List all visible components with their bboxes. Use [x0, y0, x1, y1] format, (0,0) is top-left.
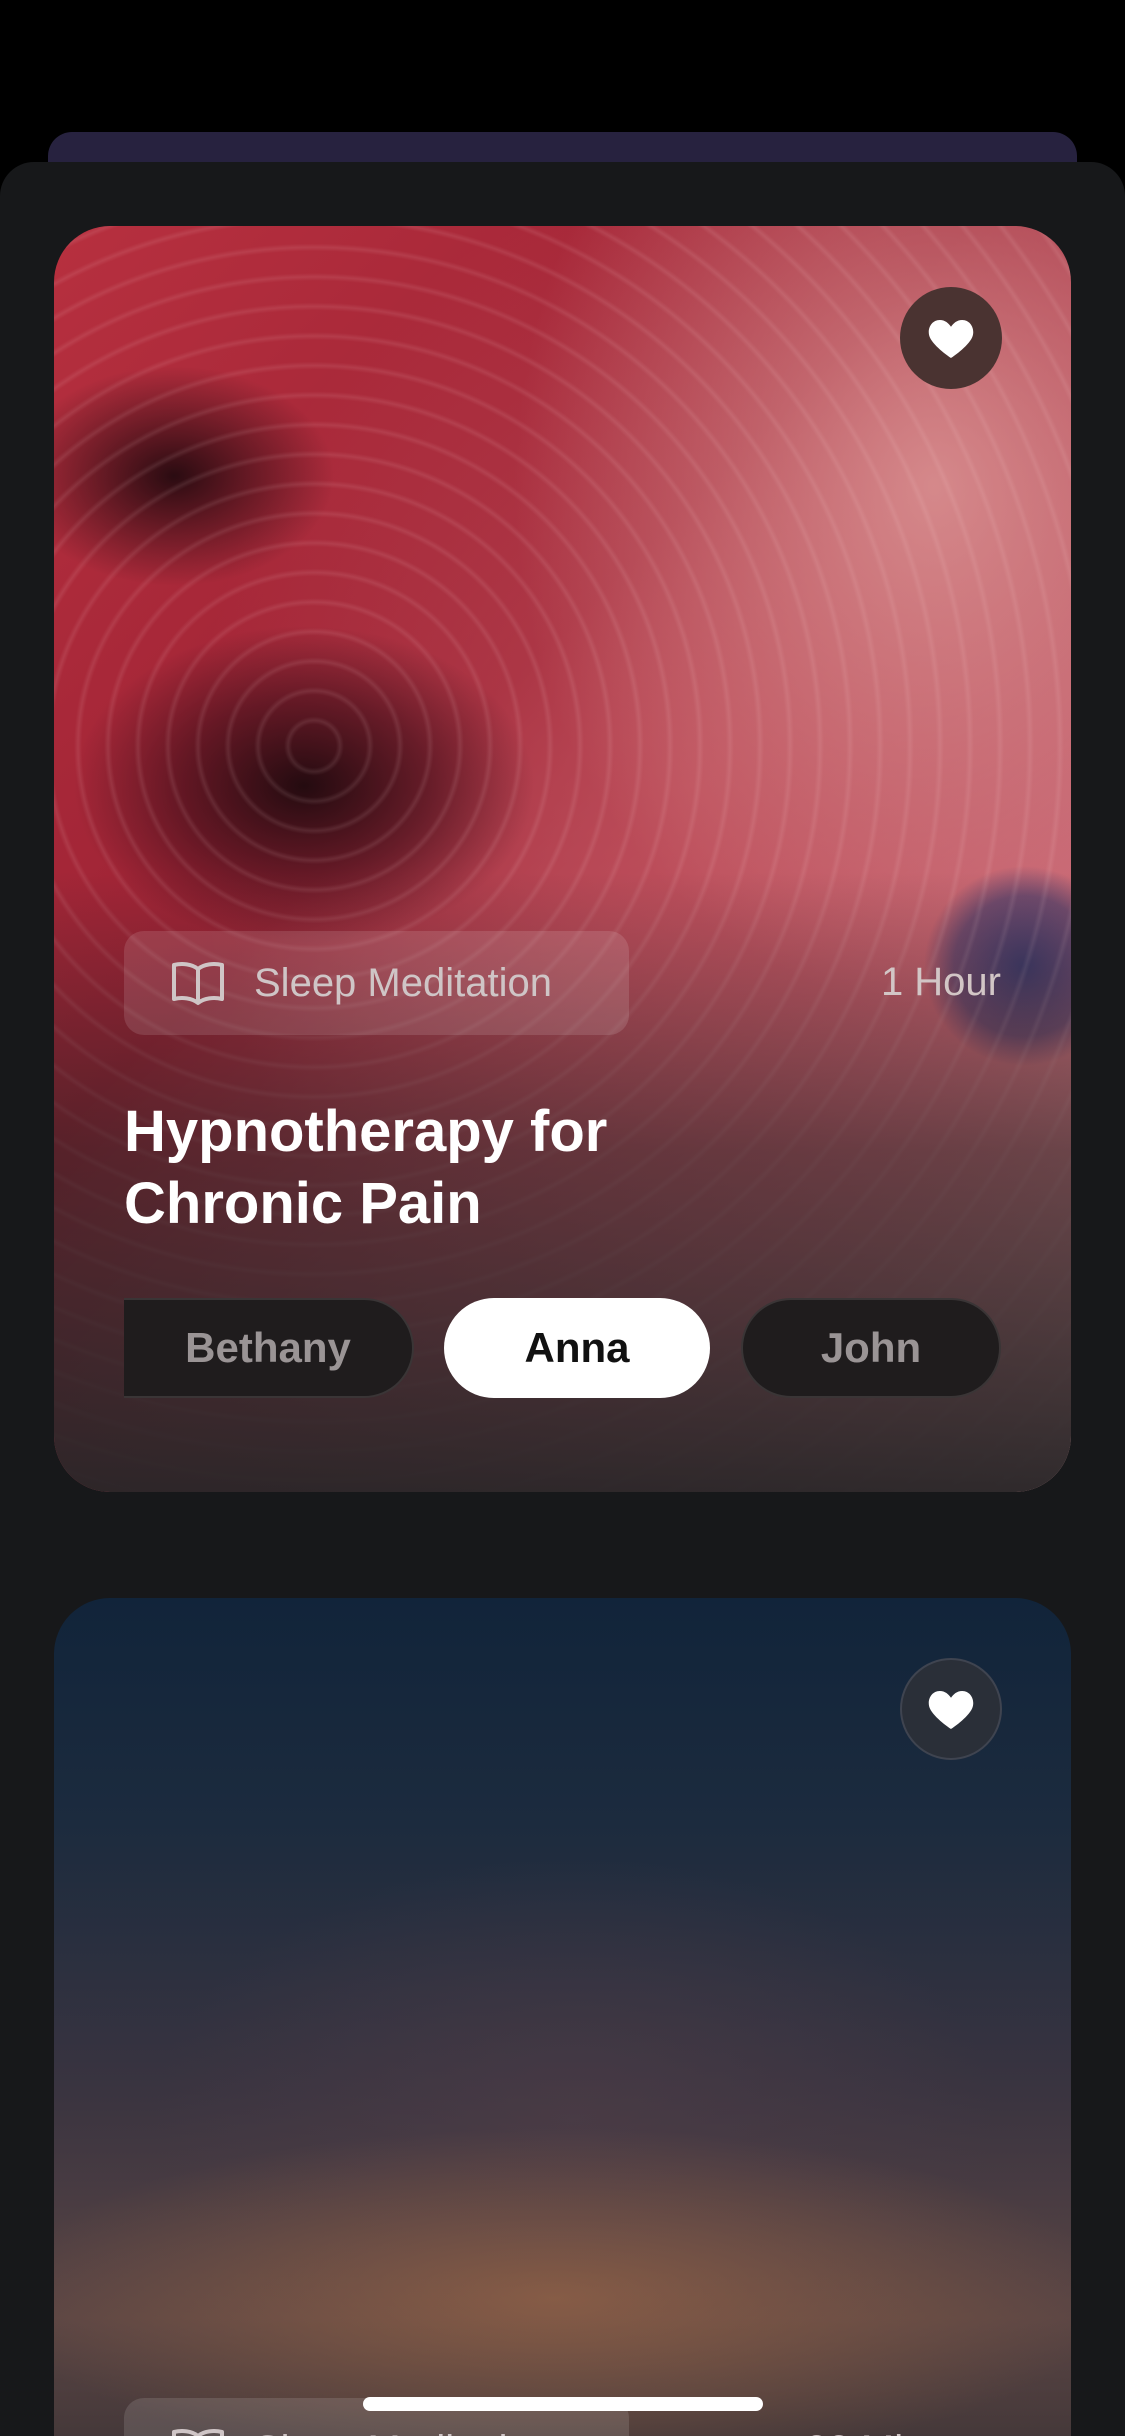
favorite-button[interactable] [900, 287, 1002, 389]
category-label: Sleep Meditation [254, 2428, 552, 2436]
heart-icon [928, 320, 974, 358]
narrator-chip-john[interactable]: John [741, 1298, 1001, 1398]
narrator-chip-bethany[interactable]: Bethany [124, 1298, 414, 1398]
category-tag: Sleep Meditation [124, 931, 629, 1035]
session-card[interactable]: Sleep Meditation 22 Minutes [54, 1598, 1071, 2436]
book-icon [170, 958, 226, 1008]
heart-icon [928, 1691, 974, 1729]
narrator-chip-anna[interactable]: Anna [444, 1298, 710, 1398]
session-card[interactable]: Sleep Meditation 1 Hour Hypnotherapy for… [54, 226, 1071, 1492]
content-sheet: Sleep Meditation 1 Hour Hypnotherapy for… [0, 162, 1125, 2436]
duration-label: 1 Hour [880, 960, 1001, 1004]
duration-label: 22 Minutes [805, 2428, 1001, 2436]
home-indicator[interactable] [363, 2397, 763, 2411]
session-title: Hypnotherapy for Chronic Pain [124, 1099, 608, 1236]
book-icon [170, 2425, 226, 2436]
favorite-button[interactable] [900, 1658, 1002, 1760]
category-label: Sleep Meditation [254, 960, 552, 1005]
